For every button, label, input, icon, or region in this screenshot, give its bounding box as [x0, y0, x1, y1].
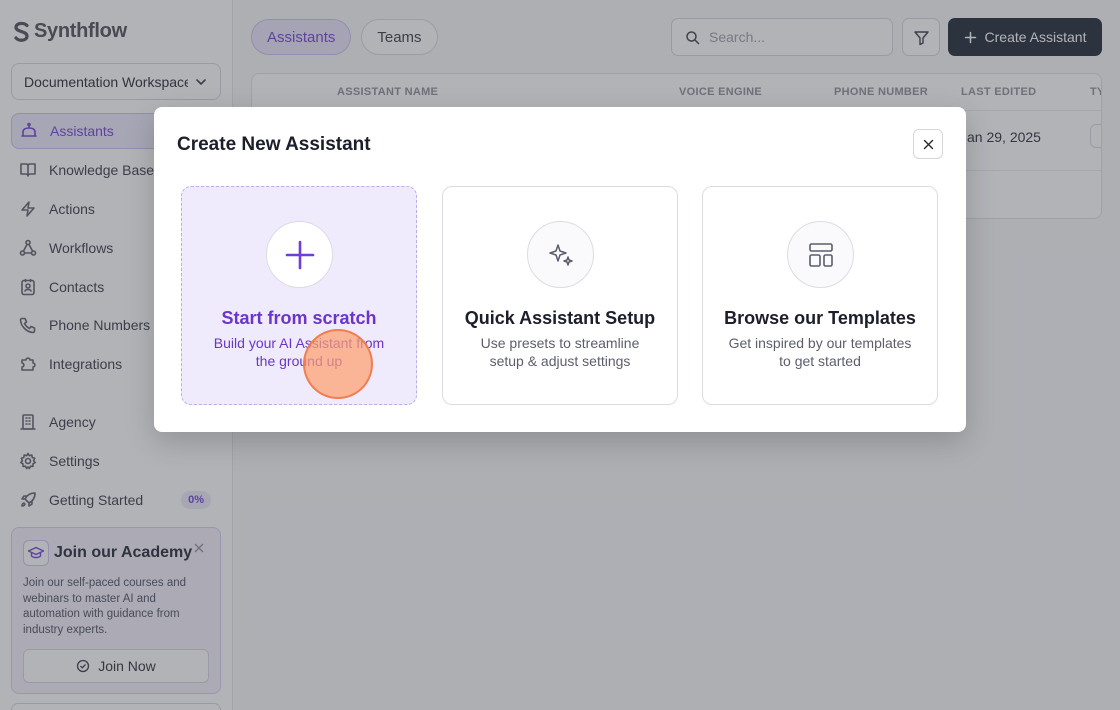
option-browse-templates[interactable]: Browse our Templates Get inspired by our…: [702, 186, 938, 405]
option-title: Start from scratch: [221, 308, 377, 328]
modal-close-button[interactable]: [913, 129, 943, 159]
modal-title: Create New Assistant: [177, 134, 371, 155]
cursor-click-indicator: [303, 329, 373, 399]
option-title: Quick Assistant Setup: [464, 308, 656, 328]
option-description: Get inspired by our templates to get sta…: [728, 335, 912, 369]
create-assistant-modal: Create New Assistant Start from scratch …: [154, 107, 966, 432]
layout-template-icon: [787, 221, 854, 288]
option-title: Browse our Templates: [724, 308, 916, 328]
option-quick-assistant-setup[interactable]: Quick Assistant Setup Use presets to str…: [442, 186, 678, 405]
plus-icon: [266, 221, 333, 288]
close-icon: [923, 139, 933, 149]
option-description: Use presets to streamline setup & adjust…: [480, 335, 640, 369]
option-start-from-scratch[interactable]: Start from scratch Build your AI Assista…: [181, 186, 417, 405]
sparkles-icon: [527, 221, 594, 288]
